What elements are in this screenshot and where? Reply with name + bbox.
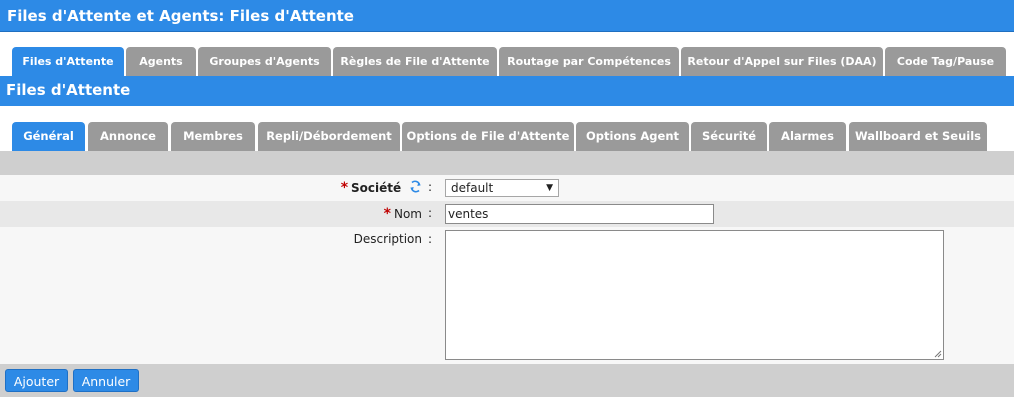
chevron-down-icon: ▼ <box>546 183 553 193</box>
societe-select[interactable]: default ▼ <box>445 179 559 197</box>
resize-grip-icon[interactable] <box>934 350 942 358</box>
tab-content-strip <box>0 151 1014 175</box>
societe-select-value: default <box>451 181 494 195</box>
tab-options-file[interactable]: Options de File d'Attente <box>402 122 574 151</box>
colon: : <box>428 232 433 246</box>
cancel-button[interactable]: Annuler <box>73 369 139 392</box>
societe-label: Société <box>351 181 402 195</box>
form-row-nom: * Nom : ventes <box>0 201 1014 227</box>
section-header: Files d'Attente <box>0 76 1014 106</box>
tab-wallboard-seuils[interactable]: Wallboard et Seuils <box>849 122 987 151</box>
tab-files-d-attente[interactable]: Files d'Attente <box>12 47 124 76</box>
required-mark: * <box>340 180 349 196</box>
tab-alarmes[interactable]: Alarmes <box>769 122 846 151</box>
tab-groupes-d-agents[interactable]: Groupes d'Agents <box>198 47 331 76</box>
tab-routage-competences[interactable]: Routage par Compétences <box>499 47 679 76</box>
tab-membres[interactable]: Membres <box>171 122 255 151</box>
tab-securite[interactable]: Sécurité <box>691 122 767 151</box>
description-textarea[interactable] <box>445 230 944 360</box>
main-tabs: Files d'Attente Agents Groupes d'Agents … <box>0 32 1014 76</box>
nom-label-group: * Nom <box>384 206 422 222</box>
action-bar: Ajouter Annuler <box>0 364 1014 397</box>
societe-label-group: * Société <box>341 180 422 196</box>
section-title: Files d'Attente <box>6 81 131 99</box>
form-row-societe: * Société : default ▼ <box>0 175 1014 201</box>
tab-options-agent[interactable]: Options Agent <box>576 122 689 151</box>
tab-regles-de-file[interactable]: Règles de File d'Attente <box>333 47 497 76</box>
tab-annonce[interactable]: Annonce <box>88 122 168 151</box>
sub-tabs: Général Annonce Membres Repli/Débordemen… <box>0 106 1014 151</box>
window-title: Files d'Attente et Agents: Files d'Atten… <box>7 7 354 25</box>
required-mark: * <box>383 206 391 222</box>
description-label: Description <box>353 232 422 246</box>
nom-label: Nom <box>393 207 422 221</box>
colon: : <box>428 206 433 220</box>
tab-general[interactable]: Général <box>12 122 85 151</box>
tab-code-tag-pause[interactable]: Code Tag/Pause <box>885 47 1006 76</box>
nom-input[interactable]: ventes <box>445 204 714 224</box>
tab-retour-d-appel[interactable]: Retour d'Appel sur Files (DAA) <box>681 47 883 76</box>
tab-repli-debordement[interactable]: Repli/Débordement <box>258 122 400 151</box>
title-bar: Files d'Attente et Agents: Files d'Atten… <box>0 0 1014 32</box>
refresh-icon[interactable] <box>409 180 422 193</box>
colon: : <box>428 180 433 194</box>
tab-agents[interactable]: Agents <box>126 47 196 76</box>
form-row-description: Description : <box>0 227 1014 364</box>
add-button[interactable]: Ajouter <box>5 369 68 392</box>
